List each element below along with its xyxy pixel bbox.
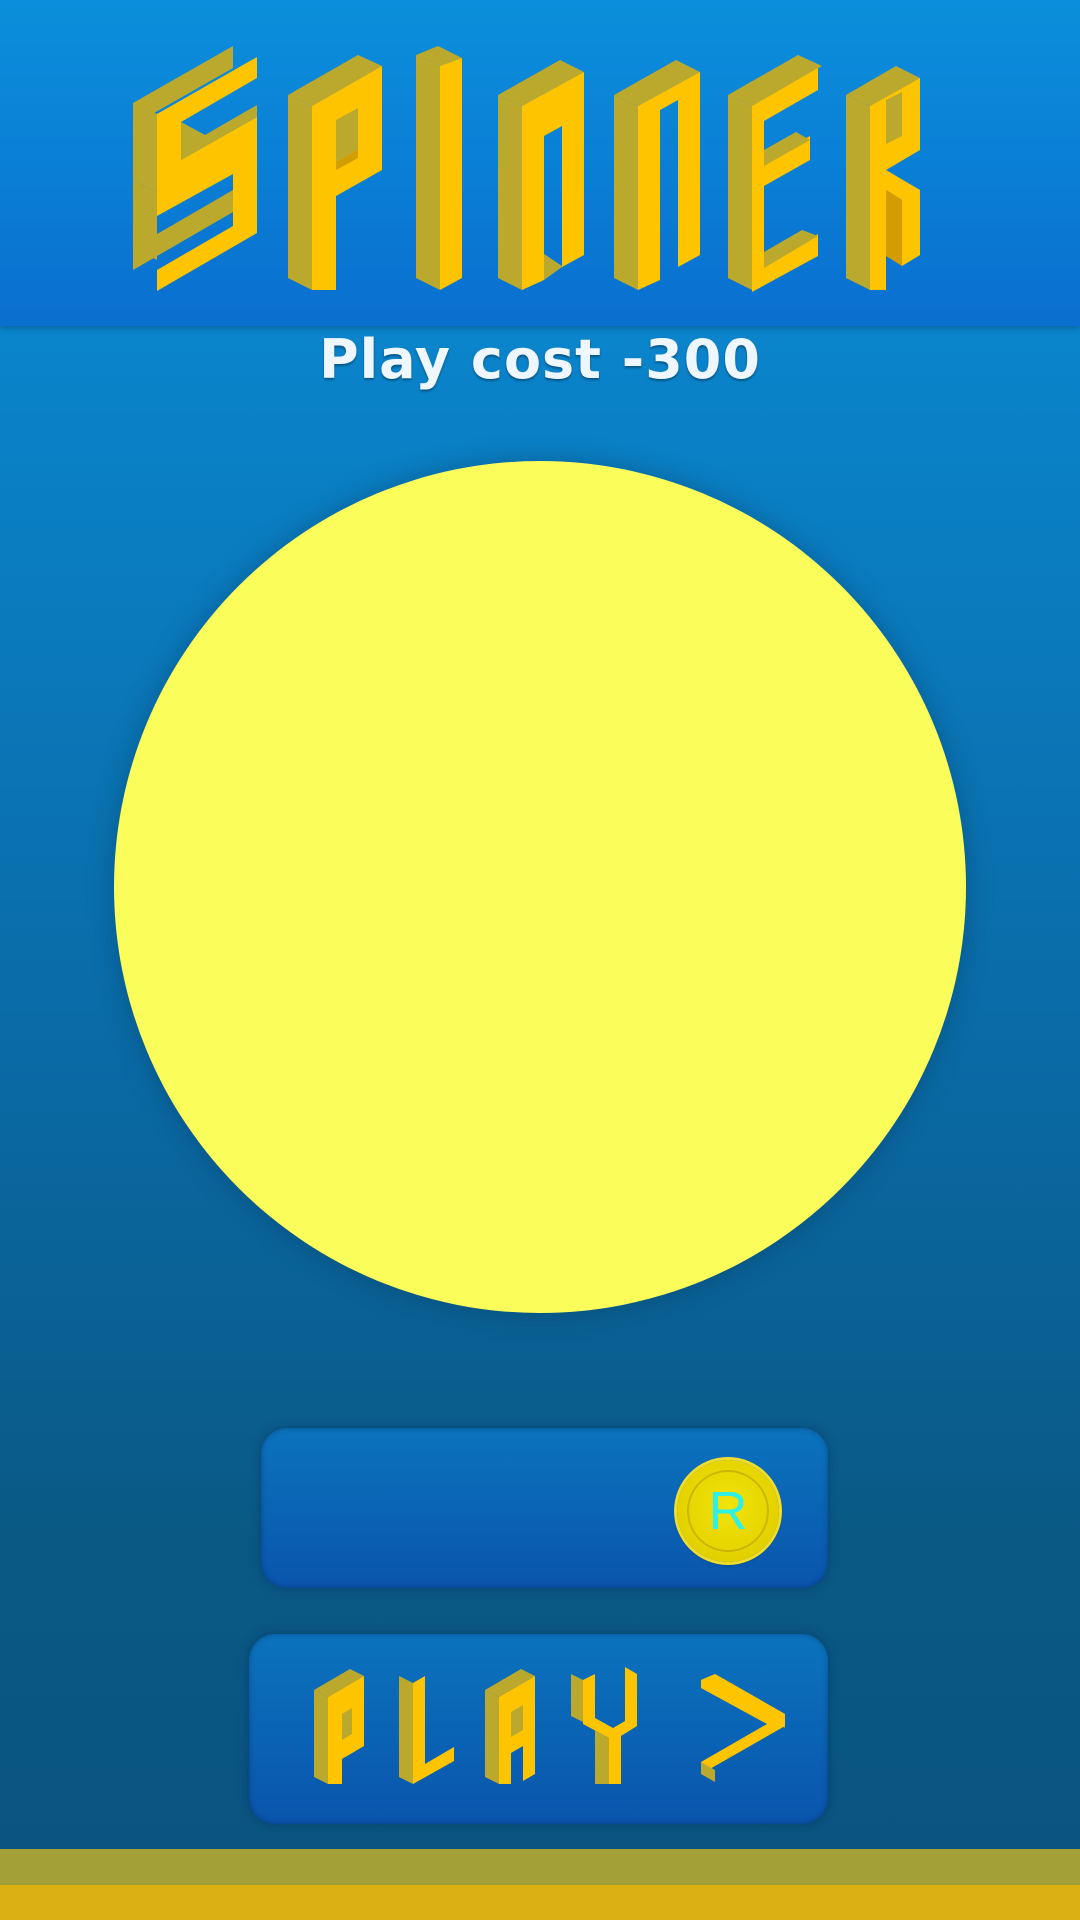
logo-letter-i [416,46,462,290]
logo-letter-p [288,55,382,290]
play-chevron-icon [701,1674,785,1782]
play-letter-y [571,1667,637,1784]
spinner-logo: .s{fill:#bba92e}.f{fill:#ffc400}.d{fill:… [133,46,920,292]
play-button-label-art: .s2{fill:#bba92e}.f2{fill:#ffc400} [314,1667,785,1784]
play-letter-a [485,1669,535,1784]
play-cost-label: Play cost -300 [319,328,761,391]
coin-rim: R [687,1470,769,1552]
footer-stripe-bottom [0,1885,1080,1920]
logo-letter-n2 [614,60,700,290]
footer-stripe-top [0,1849,1080,1885]
coin-icon: R [677,1460,779,1562]
logo-letter-r [846,66,920,290]
logo-letter-s [133,46,257,291]
logo-letter-n [498,60,584,290]
spinner-wheel[interactable] [114,461,966,1313]
play-letter-p [314,1669,364,1784]
coin-letter: R [708,1481,748,1541]
header-bar: .s{fill:#bba92e}.f{fill:#ffc400}.d{fill:… [0,0,1080,326]
play-letter-l [399,1676,454,1784]
currency-panel: R [261,1428,828,1588]
play-button[interactable]: .s2{fill:#bba92e}.f2{fill:#ffc400} [249,1634,828,1824]
logo-letter-e [728,55,822,292]
